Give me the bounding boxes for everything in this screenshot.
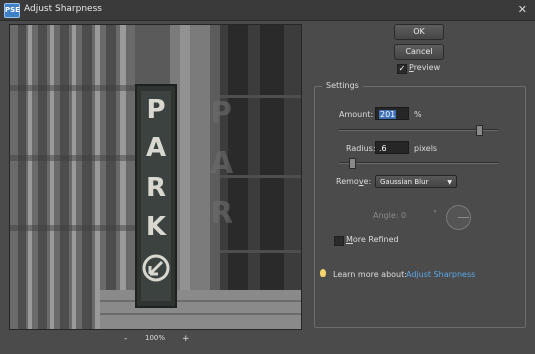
window-title: Adjust Sharpness (24, 4, 102, 14)
ok-button[interactable]: OK (394, 24, 444, 40)
amount-input[interactable]: 201 (375, 107, 409, 120)
angle-label: Angle: (373, 211, 399, 220)
amount-slider-track[interactable] (339, 129, 498, 131)
remove-label: Remove: (336, 177, 372, 186)
learn-more-link[interactable]: Adjust Sharpness (406, 270, 475, 279)
angle-needle (458, 217, 469, 218)
close-icon[interactable]: ✕ (518, 3, 527, 16)
preview-label[interactable]: Preview (409, 63, 440, 72)
learn-more-text: Learn more about: (333, 270, 407, 279)
chevron-down-icon: ▼ (447, 179, 452, 186)
amount-label: Amount: (339, 110, 374, 119)
sign-letter: K (146, 212, 167, 242)
preview-checkbox[interactable]: ✓ (397, 64, 407, 74)
zoom-out-button[interactable]: - (124, 334, 127, 344)
radius-unit: pixels (414, 144, 438, 153)
sign-letter: P (146, 95, 165, 125)
amount-unit: % (414, 110, 422, 119)
angle-dial (446, 205, 471, 230)
zoom-in-button[interactable]: + (182, 334, 190, 344)
radius-slider-thumb[interactable] (348, 158, 356, 169)
svg-text:P: P (210, 96, 232, 131)
title-bar: PSE Adjust Sharpness ✕ (0, 0, 535, 21)
preview-image[interactable]: P A R P A R K (9, 24, 302, 330)
sign-letter: R (146, 173, 166, 203)
svg-text:A: A (210, 146, 234, 181)
radius-input[interactable]: .6 (375, 141, 409, 154)
settings-group (314, 86, 526, 328)
lightbulb-icon (320, 269, 326, 277)
radius-label: Radius: (346, 144, 376, 153)
angle-unit: ° (433, 209, 437, 218)
angle-value: 0 (401, 211, 407, 220)
remove-dropdown[interactable]: Gaussian Blur ▼ (375, 175, 457, 188)
radius-slider-track[interactable] (339, 162, 498, 164)
more-refined-label[interactable]: More Refined (346, 235, 399, 244)
sign-letter: A (146, 133, 166, 163)
amount-slider-thumb[interactable] (475, 125, 483, 136)
svg-text:R: R (210, 196, 233, 231)
app-icon: PSE (4, 3, 20, 18)
settings-legend: Settings (322, 81, 363, 90)
more-refined-checkbox[interactable] (334, 236, 344, 246)
cancel-button[interactable]: Cancel (394, 44, 444, 60)
zoom-level: 100% (145, 334, 166, 342)
building-photo: P A R P A R K (10, 25, 301, 329)
